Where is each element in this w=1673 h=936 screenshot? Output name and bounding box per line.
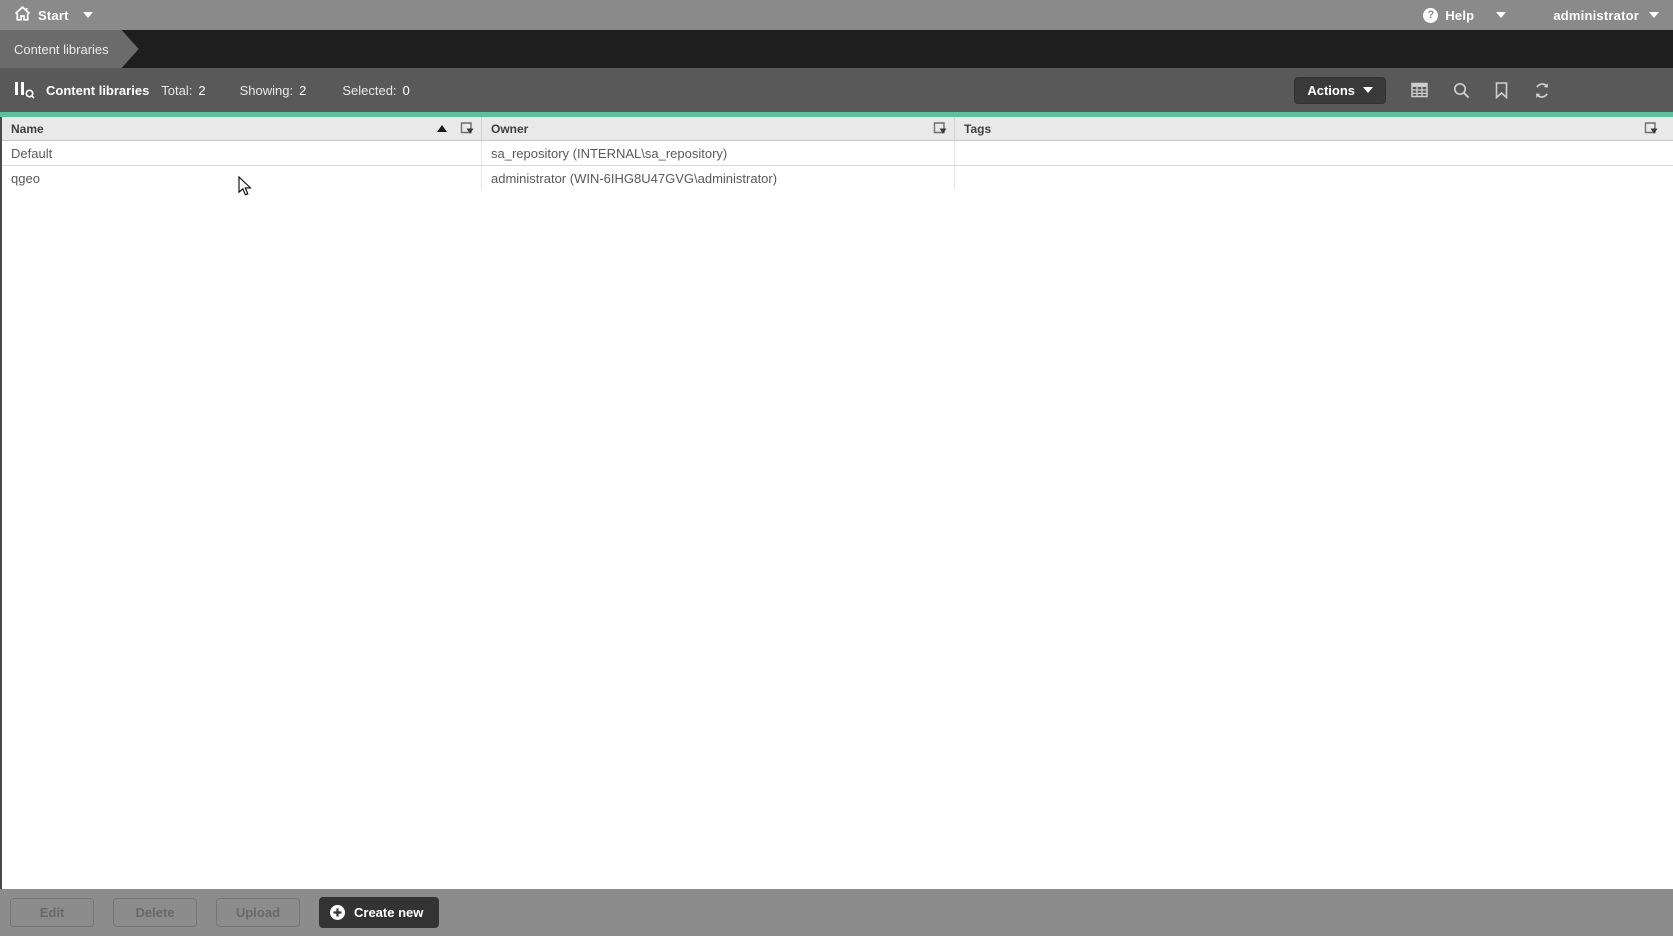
create-new-label: Create new <box>354 905 423 920</box>
sort-ascending-icon <box>437 125 447 132</box>
home-icon <box>14 6 31 24</box>
help-label: Help <box>1445 8 1474 23</box>
cell-owner: administrator (WIN-6IHG8U47GVG\administr… <box>482 166 955 190</box>
start-menu[interactable]: Start <box>14 6 93 24</box>
page-toolbar: Content libraries Total: 2 Showing: 2 Se… <box>0 68 1673 112</box>
top-navigation-bar: Start ? Help administrator <box>0 0 1673 30</box>
column-label: Tags <box>964 122 991 136</box>
column-header-owner[interactable]: Owner <box>482 117 955 140</box>
search-icon[interactable] <box>1453 82 1470 99</box>
breadcrumb-item-content-libraries[interactable]: Content libraries <box>0 30 139 68</box>
cell-tags <box>955 166 1673 190</box>
table-empty-area <box>0 190 1673 889</box>
page-title: Content libraries <box>46 83 149 98</box>
help-icon: ? <box>1423 8 1438 23</box>
help-menu[interactable]: ? Help <box>1423 8 1506 23</box>
showing-value: 2 <box>299 83 306 98</box>
cell-name: qgeo <box>2 166 482 190</box>
selected-label: Selected: <box>342 83 396 98</box>
footer-action-bar: Edit Delete Upload Create new <box>0 889 1673 936</box>
column-filter-icon[interactable] <box>1643 121 1659 137</box>
upload-button[interactable]: Upload <box>216 898 300 927</box>
bookmark-icon[interactable] <box>1495 82 1508 99</box>
showing-label: Showing: <box>240 83 293 98</box>
breadcrumb: Content libraries <box>0 30 1673 68</box>
edit-button[interactable]: Edit <box>10 898 94 927</box>
user-menu[interactable]: administrator <box>1546 8 1659 23</box>
content-libraries-icon <box>14 81 36 99</box>
total-label: Total: <box>161 83 192 98</box>
selected-counter: Selected: 0 <box>342 83 409 98</box>
start-label: Start <box>38 8 69 23</box>
cell-owner: sa_repository (INTERNAL\sa_repository) <box>482 141 955 165</box>
plus-circle-icon <box>329 904 346 921</box>
selected-value: 0 <box>403 83 410 98</box>
column-selector-icon[interactable] <box>1411 82 1428 98</box>
column-filter-icon[interactable] <box>459 121 475 137</box>
chevron-down-icon <box>83 12 93 18</box>
table-row-qgeo[interactable]: qgeo administrator (WIN-6IHG8U47GVG\admi… <box>2 166 1673 191</box>
breadcrumb-label: Content libraries <box>14 42 109 57</box>
total-value: 2 <box>198 83 205 98</box>
user-label: administrator <box>1553 8 1639 23</box>
chevron-down-icon <box>1649 12 1659 18</box>
content-libraries-table: Name Owner Tags <box>0 117 1673 191</box>
chevron-down-icon <box>1496 12 1506 18</box>
actions-label: Actions <box>1307 83 1355 98</box>
table-header-row: Name Owner Tags <box>2 117 1673 141</box>
cell-name: Default <box>2 141 482 165</box>
create-new-button[interactable]: Create new <box>319 897 439 928</box>
column-filter-icon[interactable] <box>932 121 948 137</box>
column-header-name[interactable]: Name <box>2 117 482 140</box>
delete-button[interactable]: Delete <box>113 898 197 927</box>
column-header-tags[interactable]: Tags <box>955 117 1673 140</box>
total-counter: Total: 2 <box>161 83 205 98</box>
table-row-default[interactable]: Default sa_repository (INTERNAL\sa_repos… <box>2 141 1673 166</box>
cell-tags <box>955 141 1673 165</box>
column-label: Name <box>11 122 44 136</box>
showing-counter: Showing: 2 <box>240 83 307 98</box>
column-label: Owner <box>491 122 528 136</box>
refresh-icon[interactable] <box>1533 82 1551 99</box>
chevron-down-icon <box>1363 87 1373 93</box>
actions-button[interactable]: Actions <box>1294 77 1386 104</box>
